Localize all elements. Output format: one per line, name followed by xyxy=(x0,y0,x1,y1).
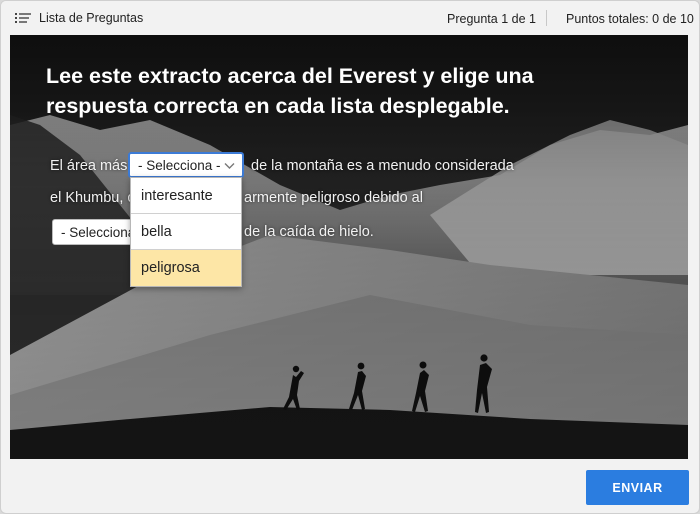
answer-select-2-value: - Selecciona xyxy=(61,224,136,240)
passage-line1-end: de la montaña es a menudo considerada xyxy=(251,158,514,174)
passage-line2-start: el Khumbu, c xyxy=(50,190,135,206)
answer-select-1-value: - Selecciona - xyxy=(138,157,221,173)
answer-select-1-dropdown: interesante bella peligrosa xyxy=(130,177,242,287)
submit-button[interactable]: ENVIAR xyxy=(586,470,689,505)
answer-select-2[interactable]: - Selecciona xyxy=(52,219,142,245)
dropdown-option-interesante[interactable]: interesante xyxy=(131,178,241,214)
dropdown-option-bella[interactable]: bella xyxy=(131,214,241,250)
passage-line2-end: armente peligroso debido al xyxy=(244,190,423,206)
question-list-label: Lista de Preguntas xyxy=(39,11,144,25)
question-counter: Pregunta 1 de 1 xyxy=(447,12,536,26)
question-title: Lee este extracto acerca del Everest y e… xyxy=(46,64,534,118)
passage-line1-start: El área más xyxy=(50,158,128,174)
dropdown-option-peligrosa[interactable]: peligrosa xyxy=(131,250,241,286)
header-divider xyxy=(546,10,547,26)
chevron-down-icon xyxy=(224,163,235,169)
list-icon xyxy=(15,13,31,23)
total-score: Puntos totales: 0 de 10 xyxy=(566,12,694,26)
passage-line3-end: de la caída de hielo. xyxy=(244,224,374,240)
top-bar: Lista de Preguntas Pregunta 1 de 1 Punto… xyxy=(1,1,699,35)
answer-select-1[interactable]: - Selecciona - xyxy=(128,152,244,178)
question-stage: Lee este extracto acerca del Everest y e… xyxy=(10,35,688,459)
question-list-button[interactable]: Lista de Preguntas xyxy=(15,11,143,25)
quiz-window: Lista de Preguntas Pregunta 1 de 1 Punto… xyxy=(0,0,700,514)
